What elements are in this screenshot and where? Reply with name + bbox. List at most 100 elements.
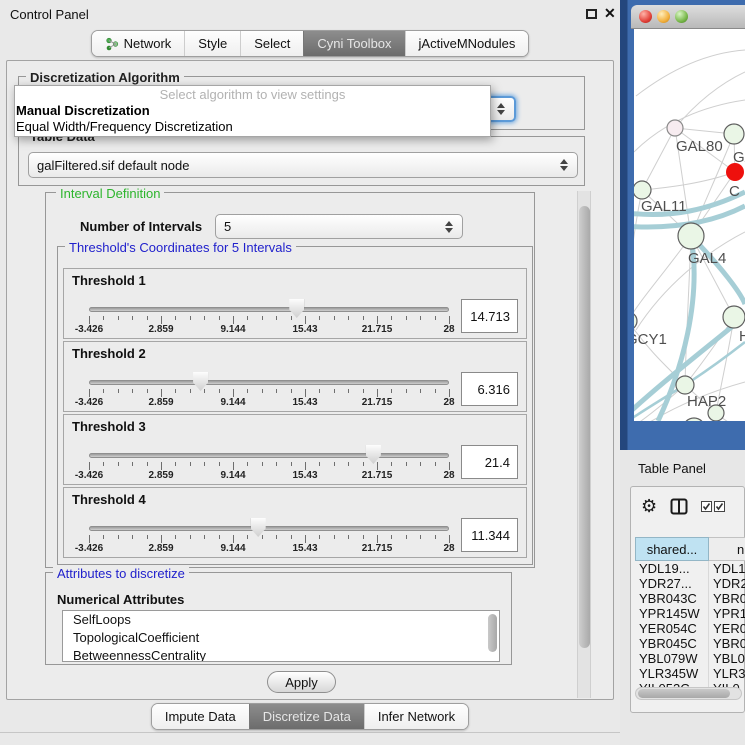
slider-track[interactable]: [89, 453, 449, 458]
tick-label: -3.426: [75, 543, 103, 554]
network-node[interactable]: [683, 418, 705, 421]
tab-impute-data[interactable]: Impute Data: [152, 704, 249, 729]
num-intervals-combo[interactable]: 5: [215, 214, 463, 239]
column-header-shared-name[interactable]: shared...: [635, 537, 709, 561]
network-node[interactable]: [676, 376, 694, 394]
threshold-value-field[interactable]: 14.713: [461, 299, 518, 333]
attribute-list-item[interactable]: BetweennessCentrality: [63, 647, 499, 662]
threshold-slider[interactable]: -3.4262.8599.14415.4321.71528: [89, 516, 449, 556]
numerical-attributes-list[interactable]: SelfLoopsTopologicalCoefficientBetweenne…: [62, 610, 500, 662]
table-row[interactable]: YLR345WYLR3: [635, 666, 745, 681]
tab-network[interactable]: Network: [92, 31, 185, 56]
slider-handle[interactable]: [251, 518, 266, 537]
node-label: GAL11: [641, 198, 687, 215]
tab-style[interactable]: Style: [184, 31, 240, 56]
network-node[interactable]: [678, 223, 704, 249]
minor-tick: [348, 535, 349, 539]
network-view[interactable]: GAL80GACGAL11GAL4GCY1HHAP2: [634, 29, 745, 421]
tab-cyni-toolbox[interactable]: Cyni Toolbox: [303, 31, 404, 56]
minor-tick: [363, 535, 364, 539]
table-hscrollbar-track[interactable]: [635, 687, 742, 700]
threshold-panel: Threshold 4 -3.4262.8599.14415.4321.71528…: [63, 487, 527, 558]
list-scrollbar[interactable]: [488, 614, 497, 652]
minimize-traffic-light-icon[interactable]: [657, 10, 670, 23]
cell-name: YBL0: [709, 651, 745, 666]
panel-scrollbar-thumb[interactable]: [579, 206, 590, 648]
table-header-row: shared... n: [635, 537, 745, 561]
minor-tick: [204, 462, 205, 466]
table-row[interactable]: YBR045CYBR0: [635, 636, 745, 651]
table-row[interactable]: YBR043CYBR0: [635, 591, 745, 606]
float-window-icon[interactable]: [586, 9, 597, 19]
table-data-combo[interactable]: galFiltered.sif default node: [28, 152, 578, 178]
network-node[interactable]: [723, 306, 745, 328]
gear-icon[interactable]: ⚙: [641, 497, 657, 515]
minor-tick: [435, 535, 436, 539]
checkbox-icon[interactable]: [714, 501, 725, 512]
attribute-list-item[interactable]: TopologicalCoefficient: [63, 629, 499, 647]
checkbox-icon[interactable]: [701, 501, 712, 512]
major-tick: [89, 535, 90, 543]
threshold-label: Threshold 4: [72, 492, 146, 507]
tick-label: 28: [443, 543, 454, 554]
table-row[interactable]: YBL079WYBL0: [635, 651, 745, 666]
minor-tick: [262, 462, 263, 466]
num-intervals-label: Number of Intervals: [80, 219, 202, 234]
tick-label: 15.43: [292, 543, 317, 554]
threshold-value-field[interactable]: 11.344: [461, 518, 518, 552]
threshold-panel: Threshold 1-3.4262.8599.14415.4321.71528…: [63, 268, 527, 339]
interval-definition-title: Interval Definition: [56, 186, 164, 201]
tick-label: -3.426: [75, 324, 103, 335]
tab-label: jActiveMNodules: [419, 36, 516, 51]
table-row[interactable]: YDL19...YDL1: [635, 561, 745, 576]
tick-label: 21.715: [362, 470, 393, 481]
columns-icon[interactable]: [670, 498, 688, 515]
minor-tick: [334, 535, 335, 539]
dropdown-item[interactable]: Manual Discretization: [15, 103, 490, 119]
table-hscrollbar-thumb[interactable]: [638, 689, 730, 698]
table-row[interactable]: YDR27...YDR2: [635, 576, 745, 591]
close-icon[interactable]: ✕: [604, 5, 616, 22]
network-node[interactable]: [724, 124, 744, 144]
tab-select[interactable]: Select: [240, 31, 303, 56]
attribute-list-item[interactable]: SelfLoops: [63, 611, 499, 629]
node-table: shared... n YDL19...YDL1YDR27...YDR2YBR0…: [635, 537, 745, 696]
zoom-traffic-light-icon[interactable]: [675, 10, 688, 23]
control-panel-titlebar: Control Panel ✕: [0, 0, 620, 28]
select-columns-icons: [701, 501, 725, 512]
network-edge: [675, 72, 745, 128]
spinner-arrows-icon: [445, 221, 453, 233]
network-node[interactable]: [667, 120, 683, 136]
threshold-slider[interactable]: -3.4262.8599.14415.4321.71528: [89, 297, 449, 337]
dropdown-item[interactable]: Equal Width/Frequency Discretization: [15, 119, 490, 135]
minor-tick: [204, 389, 205, 393]
major-tick: [89, 462, 90, 470]
slider-track[interactable]: [89, 380, 449, 385]
tab-jactivemnodules[interactable]: jActiveMNodules: [405, 31, 529, 56]
slider-track[interactable]: [89, 307, 449, 312]
network-edge: [642, 172, 735, 190]
slider-track[interactable]: [89, 526, 449, 531]
slider-handle[interactable]: [366, 445, 381, 464]
threshold-slider[interactable]: -3.4262.8599.14415.4321.71528: [89, 370, 449, 410]
minor-tick: [420, 462, 421, 466]
slider-handle[interactable]: [193, 372, 208, 391]
tab-discretize-data[interactable]: Discretize Data: [249, 704, 364, 729]
minor-tick: [247, 462, 248, 466]
table-row[interactable]: YPR145WYPR1: [635, 606, 745, 621]
minor-tick: [219, 462, 220, 466]
threshold-value-field[interactable]: 6.316: [461, 372, 518, 406]
close-traffic-light-icon[interactable]: [639, 10, 652, 23]
major-tick: [233, 535, 234, 543]
cell-shared-name: YPR145W: [635, 606, 709, 621]
column-header-name[interactable]: n: [709, 537, 745, 561]
network-node[interactable]: [634, 181, 651, 199]
top-tab-strip: NetworkStyleSelectCyni Toolbox jActiveMNo…: [0, 30, 620, 57]
apply-button[interactable]: Apply: [267, 671, 336, 693]
threshold-slider[interactable]: -3.4262.8599.14415.4321.71528: [89, 443, 449, 483]
table-row[interactable]: YER054CYER0: [635, 621, 745, 636]
tab-infer-network[interactable]: Infer Network: [364, 704, 468, 729]
threshold-value-field[interactable]: 21.4: [461, 445, 518, 479]
minor-tick: [118, 462, 119, 466]
network-node[interactable]: [634, 312, 637, 330]
